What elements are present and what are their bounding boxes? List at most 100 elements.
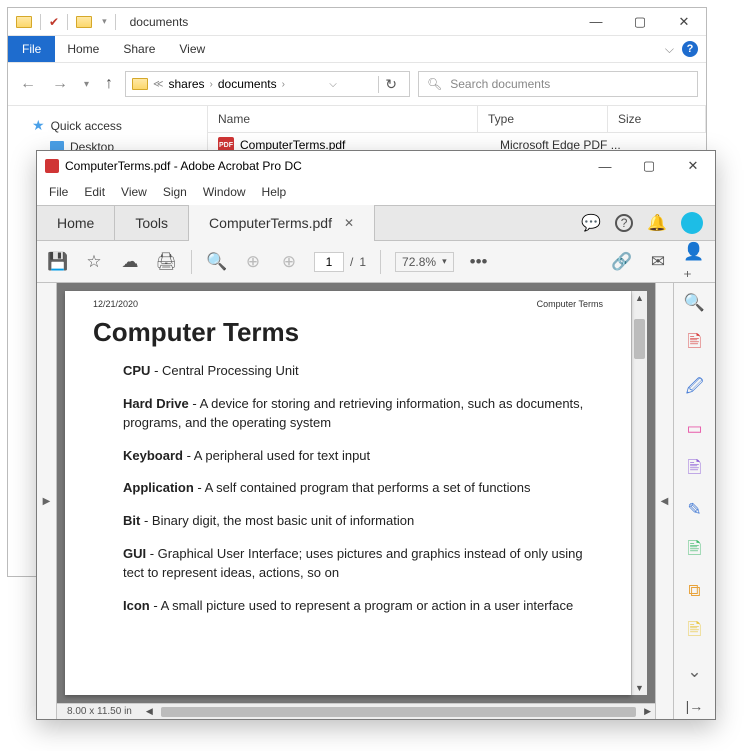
comment-icon[interactable]: 🖹 [688,617,702,646]
breadcrumb-documents[interactable]: documents [218,77,277,91]
scroll-down-icon[interactable]: ▼ [632,681,647,695]
acrobat-titlebar: ComputerTerms.pdf - Adobe Acrobat Pro DC… [37,151,715,181]
checkmark-icon[interactable]: ✔ [49,15,59,29]
help-circle-icon[interactable]: ? [615,214,633,232]
maximize-button[interactable]: ▢ [618,8,662,36]
save-icon[interactable]: 💾 [47,252,69,272]
tab-close-icon[interactable]: ✕ [344,205,354,241]
nav-quick-access[interactable]: ★ Quick access [8,114,207,137]
page-indicator: / 1 [314,252,366,272]
menu-help[interactable]: Help [262,185,287,199]
term-item: Keyboard - A peripheral used for text in… [123,447,603,466]
ribbon-share-tab[interactable]: Share [111,36,167,62]
tab-home[interactable]: Home [37,205,115,241]
column-size[interactable]: Size [608,106,706,132]
combine-files-icon[interactable]: ⧉ [688,581,700,601]
addr-dropdown-icon[interactable]: ⌵ [329,79,337,90]
search-box[interactable]: 🔍︎ Search documents [418,71,698,97]
user-avatar[interactable] [681,212,703,234]
term-item: GUI - Graphical User Interface; uses pic… [123,545,603,583]
minimize-button[interactable]: — [583,152,627,180]
acrobat-app-icon [45,159,59,173]
menu-view[interactable]: View [121,185,147,199]
column-type[interactable]: Type [478,106,608,132]
window-title: documents [126,15,574,29]
export-pdf-icon[interactable]: 🖹 [688,536,702,565]
edit-pdf-icon[interactable]: 🖉 [685,374,703,403]
menu-window[interactable]: Window [203,185,246,199]
folder-icon [76,16,92,28]
search-icon[interactable]: 🔍 [206,252,228,272]
search-icon: 🔍︎ [427,77,442,91]
minimize-button[interactable]: — [574,8,618,36]
ribbon-file-tab[interactable]: File [8,36,55,62]
search-plus-icon[interactable]: 🔍 [684,293,705,313]
sign-icon[interactable]: ✎ [687,500,701,520]
pdf-page: 12/21/2020 Computer Terms Computer Terms… [65,291,631,695]
scroll-right-icon[interactable]: ▶ [640,706,655,717]
organize-pages-icon[interactable]: ▭ [686,419,702,439]
more-icon[interactable]: ••• [468,252,490,272]
address-row: ← → ▾ ↑ ≪ shares › documents › ⌵ ↻ 🔍︎ Se… [8,62,706,106]
email-icon[interactable]: ✉ [647,252,669,272]
ribbon-expand-icon[interactable]: ⌵ [665,42,674,57]
maximize-button[interactable]: ▢ [627,152,671,180]
term-item: Icon - A small picture used to represent… [123,597,603,616]
vertical-scrollbar[interactable]: ▲ ▼ [631,291,647,695]
tab-tools[interactable]: Tools [115,205,189,241]
print-icon[interactable]: 🖨 [155,252,177,272]
acrobat-title: ComputerTerms.pdf - Adobe Acrobat Pro DC [65,159,302,173]
bell-icon[interactable]: 🔔 [647,213,667,233]
share-link-icon[interactable]: 🔗 [611,252,633,272]
breadcrumb-shares[interactable]: shares [169,77,205,91]
scroll-left-icon[interactable]: ◀ [142,706,157,717]
zoom-selector[interactable]: 72.8% ▾ [395,252,454,272]
next-page-icon[interactable]: ⊕ [278,252,300,272]
menu-edit[interactable]: Edit [84,185,105,199]
ribbon-home-tab[interactable]: Home [55,36,111,62]
explorer-titlebar: ✔ ▾ documents — ▢ ✕ [8,8,706,36]
star-icon[interactable]: ☆ [83,252,105,272]
scroll-thumb[interactable] [161,707,636,717]
horizontal-scrollbar[interactable]: 8.00 x 11.50 in ◀ ▶ [57,703,655,719]
close-button[interactable]: ✕ [671,152,715,180]
menu-bar: File Edit View Sign Window Help [37,181,715,205]
help-icon[interactable]: ? [682,41,698,57]
add-people-icon[interactable]: 👤₊ [683,242,705,282]
chevron-right-icon: › [207,79,216,90]
recent-locations-icon[interactable]: ▾ [80,77,93,92]
ribbon-view-tab[interactable]: View [167,36,217,62]
right-panel-toggle[interactable]: ◀ [655,283,673,719]
up-button[interactable]: ↑ [101,73,117,95]
folder-icon [132,78,148,90]
chat-icon[interactable]: 💬 [581,213,601,233]
page-dimensions: 8.00 x 11.50 in [57,706,142,717]
redact-icon[interactable]: 🖹 [688,455,702,484]
chevron-down-icon[interactable]: ⌄ [687,662,701,682]
refresh-icon[interactable]: ↻ [378,76,403,93]
doc-heading: Computer Terms [93,317,603,348]
collapse-pane-icon[interactable]: |→ [686,698,704,714]
close-button[interactable]: ✕ [662,8,706,36]
star-icon: ★ [32,117,45,134]
scroll-up-icon[interactable]: ▲ [632,291,647,305]
left-panel-toggle[interactable]: ▶ [37,283,57,719]
tab-document[interactable]: ComputerTerms.pdf ✕ [189,205,375,242]
chevron-right-icon: › [279,79,288,90]
toolbar: 💾 ☆ ☁ 🖨 🔍 ⊕ ⊕ / 1 72.8% ▾ ••• 🔗 ✉ 👤₊ [37,241,715,283]
scroll-thumb[interactable] [634,319,645,359]
column-name[interactable]: Name [208,106,478,132]
forward-button[interactable]: → [48,73,72,95]
menu-file[interactable]: File [49,185,68,199]
address-bar[interactable]: ≪ shares › documents › ⌵ ↻ [125,71,410,97]
qat-dropdown-icon[interactable]: ▾ [98,16,107,27]
menu-sign[interactable]: Sign [163,185,187,199]
page-current-input[interactable] [314,252,344,272]
doc-date: 12/21/2020 [93,299,138,309]
term-item: Bit - Binary digit, the most basic unit … [123,512,603,531]
back-button[interactable]: ← [16,73,40,95]
tools-pane: 🔍 🖹 🖉 ▭ 🖹 ✎ 🖹 ⧉ 🖹 ⌄ |→ [673,283,715,719]
prev-page-icon[interactable]: ⊕ [242,252,264,272]
create-pdf-icon[interactable]: 🖹 [688,329,702,358]
cloud-icon[interactable]: ☁ [119,252,141,272]
